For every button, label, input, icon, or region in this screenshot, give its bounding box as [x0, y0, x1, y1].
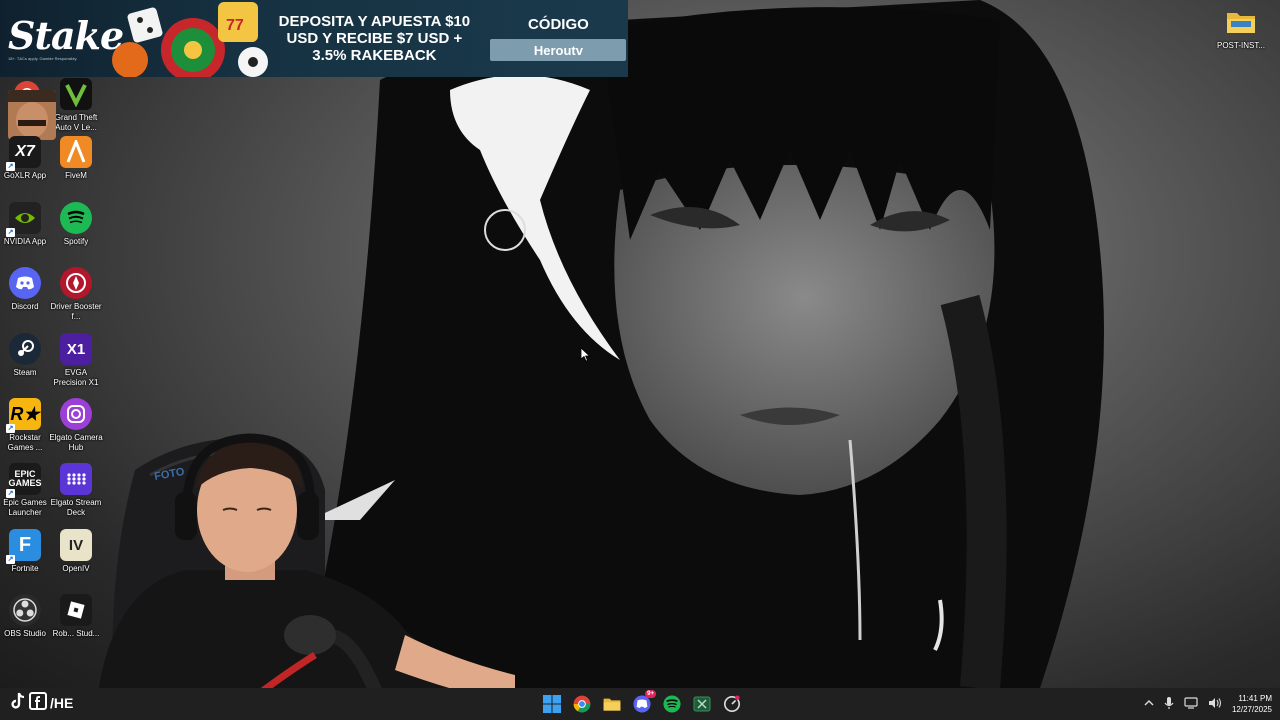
steam-icon [9, 333, 41, 365]
desktop-icon-nvidia[interactable]: ↗ NVIDIA App [0, 202, 50, 247]
social-handle-text: /HE [50, 694, 74, 711]
desktop-icon-steam[interactable]: Steam [0, 333, 50, 378]
shortcut-arrow-icon: ↗ [6, 424, 15, 433]
desktop-icon-post-install-folder[interactable]: POST-INST... [1216, 6, 1266, 51]
taskbar-apps: 9+ [540, 690, 744, 716]
gauge-icon [723, 695, 741, 713]
microphone-icon[interactable] [1164, 696, 1174, 713]
desktop-icon-spotify[interactable]: Spotify [51, 202, 101, 247]
fortnite-icon: F ↗ [6, 529, 41, 564]
obs-icon [9, 594, 41, 626]
tiktok-icon [10, 692, 26, 713]
webcam-overlay: FOTO [75, 430, 515, 720]
folder-icon [1225, 6, 1257, 38]
fivem-icon [60, 136, 92, 168]
discord-notification-badge: 9+ [645, 690, 656, 698]
desktop-icon-label: Fortnite [11, 564, 39, 573]
desktop-icon-label: Discord [11, 302, 39, 311]
folder-icon [603, 698, 621, 711]
taskbar-discord[interactable]: 9+ [630, 690, 656, 716]
epic-games-icon: EPIC GAMES ↗ [6, 463, 42, 498]
start-button[interactable] [540, 692, 564, 716]
brand-fine-print: 18+. T&Cs apply. Gamble Responsibly. [8, 55, 78, 61]
clock-date: 12/27/2025 [1231, 705, 1272, 714]
volume-icon[interactable] [1208, 697, 1222, 712]
discord-icon [9, 267, 41, 299]
gtav-icon [60, 78, 92, 110]
promo-code-box: CÓDIGO Heroutv [489, 16, 628, 61]
goxlr-icon: X7 ↗ [6, 136, 41, 171]
windows-icon [543, 695, 561, 713]
desktop-icon-label: Driver Booster f... [50, 302, 102, 321]
desktop-icon-fortnite[interactable]: F ↗ Fortnite [0, 529, 50, 574]
taskbar-excel[interactable] [690, 692, 714, 716]
shortcut-arrow-icon: ↗ [6, 162, 15, 171]
desktop-icon-label: Rockstar Games ... [7, 433, 43, 452]
desktop-icon-epic-games[interactable]: EPIC GAMES ↗ Epic Games Launcher [0, 463, 50, 518]
webcam-feed: FOTO [95, 433, 515, 720]
desktop-icon-goxlr[interactable]: X7 ↗ GoXLR App [0, 136, 50, 181]
mouse-cursor-icon [580, 347, 591, 367]
spreadsheet-icon [693, 696, 711, 712]
desktop-icon-label: POST-INST... [1216, 41, 1265, 50]
taskbar-spotify[interactable] [660, 692, 684, 716]
promo-code-label: CÓDIGO [527, 16, 589, 33]
shortcut-arrow-icon: ↗ [6, 555, 15, 564]
rockstar-icon: R★ ↗ [6, 398, 41, 433]
desktop-icon-evga[interactable]: X1 EVGA Precision X1 [51, 333, 101, 388]
network-icon[interactable] [1184, 696, 1198, 712]
chevron-up-icon[interactable] [1144, 698, 1154, 710]
goxlr-badge-text: X7 [15, 143, 35, 160]
spotify-icon [60, 202, 92, 234]
desktop-icon-label: Spotify [63, 237, 89, 246]
nvidia-icon: ↗ [6, 202, 41, 237]
desktop-icon-label: Grand Theft Auto V Le... [54, 113, 98, 132]
shortcut-arrow-icon: ↗ [6, 489, 15, 498]
desktop-icon-obs[interactable]: OBS Studio [0, 594, 50, 639]
taskbar: /HE 9+ 11:41 PM 12/27/2025 [0, 688, 1280, 720]
brand-block: Stake 18+. T&Cs apply. Gamble Responsibl… [0, 0, 124, 77]
driver-booster-icon [60, 267, 92, 299]
promo-code-value: Heroutv [490, 39, 627, 61]
emote-overlay [8, 90, 56, 140]
desktop-icon-rockstar[interactable]: R★ ↗ Rockstar Games ... [0, 398, 50, 453]
promo-text: DEPOSITA Y APUESTA $10 USD Y RECIBE $7 U… [278, 13, 471, 64]
desktop-icon-driver-booster[interactable]: Driver Booster f... [50, 267, 102, 322]
desktop-icon-label: FiveM [65, 171, 87, 180]
chrome-icon [573, 695, 591, 713]
desktop-icon-label: EVGA Precision X1 [53, 368, 99, 387]
desktop-icon-label: Epic Games Launcher [3, 498, 47, 517]
elgato-camera-icon [60, 398, 92, 430]
brand-logo: Stake [8, 12, 124, 58]
clock[interactable]: 11:41 PM 12/27/2025 [1232, 693, 1272, 715]
desktop-icon-label: GoXLR App [3, 171, 47, 180]
desktop-icon-gtav[interactable]: Grand Theft Auto V Le... [51, 78, 101, 133]
taskbar-file-explorer[interactable] [600, 692, 624, 716]
desktop-icon-fivem[interactable]: FiveM [51, 136, 101, 181]
facebook-icon [29, 692, 47, 713]
spotify-icon [663, 695, 681, 713]
desktop-icon-label: OBS Studio [4, 629, 46, 638]
clock-time: 11:41 PM [1238, 694, 1272, 703]
casino-art: 77 [108, 0, 270, 77]
desktop-icon-discord[interactable]: Discord [0, 267, 50, 312]
desktop-icon-label: Steam [13, 368, 37, 377]
system-tray: 11:41 PM 12/27/2025 [1144, 688, 1272, 720]
social-handles: /HE [10, 692, 73, 713]
casino-illustration: 77 [112, 2, 268, 77]
svg-text:77: 77 [226, 17, 244, 34]
shortcut-arrow-icon: ↗ [6, 228, 15, 237]
taskbar-chrome[interactable] [570, 692, 594, 716]
sponsor-banner[interactable]: Stake 18+. T&Cs apply. Gamble Responsibl… [0, 0, 628, 77]
taskbar-driver-booster[interactable] [720, 692, 744, 716]
desktop-icon-label: NVIDIA App [3, 237, 47, 246]
evga-icon: X1 [60, 333, 92, 365]
